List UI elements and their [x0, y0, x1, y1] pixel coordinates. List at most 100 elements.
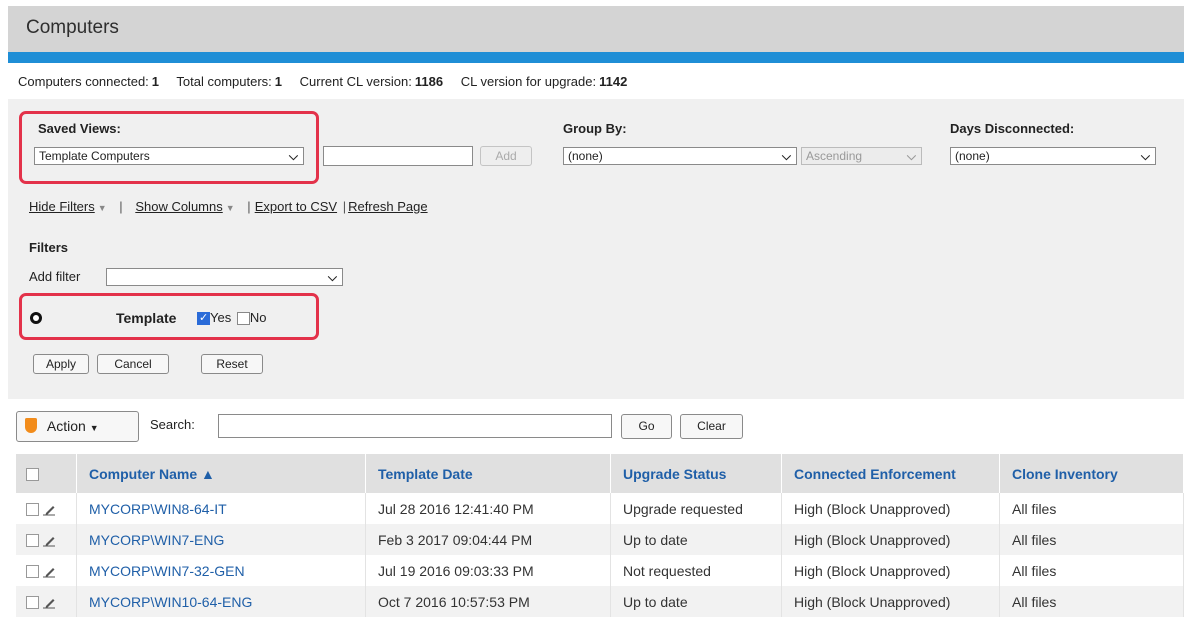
days-disconnected-select[interactable]: (none) ⌵: [950, 147, 1156, 165]
cancel-button[interactable]: Cancel: [97, 354, 169, 374]
row-controls: [16, 586, 77, 617]
stat-label-upgrade-cl: CL version for upgrade:: [460, 74, 597, 89]
computers-table: Computer Name ▲ Template Date Upgrade St…: [16, 454, 1184, 617]
template-date-cell: Jul 19 2016 09:03:33 PM: [365, 555, 611, 586]
template-filter-options: Yes No: [197, 310, 267, 326]
chevron-down-icon: ⌵: [288, 149, 298, 163]
enforcement-cell: High (Block Unapproved): [781, 586, 1000, 617]
table-row: MYCORP\WIN7-ENG Feb 3 2017 09:04:44 PM U…: [16, 524, 1184, 555]
template-no-checkbox[interactable]: [236, 312, 250, 326]
stat-label-current-cl: Current CL version:: [299, 74, 412, 89]
remove-filter-icon[interactable]: [30, 312, 42, 324]
row-controls: [16, 524, 77, 555]
refresh-page-link[interactable]: Refresh Page: [348, 199, 428, 214]
days-disconnected-label: Days Disconnected:: [950, 121, 1075, 136]
add-view-button[interactable]: Add: [480, 146, 532, 166]
enforcement-cell: High (Block Unapproved): [781, 555, 1000, 586]
reset-button[interactable]: Reset: [201, 354, 263, 374]
computer-name-link[interactable]: MYCORP\WIN10-64-ENG: [76, 586, 366, 617]
search-label: Search:: [150, 417, 195, 432]
computer-name-link[interactable]: MYCORP\WIN7-32-GEN: [76, 555, 366, 586]
link-separator: |: [342, 199, 347, 214]
apply-button[interactable]: Apply: [33, 354, 89, 374]
upgrade-status-cell: Upgrade requested: [610, 493, 782, 524]
clone-inventory-cell: All files: [999, 555, 1184, 586]
clone-inventory-cell: All files: [999, 524, 1184, 555]
search-input[interactable]: [218, 414, 612, 438]
select-all-header: [16, 454, 77, 493]
link-separator: |: [119, 199, 123, 214]
filters-title: Filters: [29, 240, 69, 255]
edit-icon[interactable]: [42, 535, 56, 547]
template-date-cell: Oct 7 2016 10:57:53 PM: [365, 586, 611, 617]
row-controls: [16, 493, 77, 524]
saved-views-selected: Template Computers: [39, 149, 150, 163]
col-connected-enforcement[interactable]: Connected Enforcement: [781, 454, 1000, 493]
upgrade-status-cell: Up to date: [610, 586, 782, 617]
table-header-row: Computer Name ▲ Template Date Upgrade St…: [16, 454, 1184, 493]
chevron-down-icon: ⌵: [327, 270, 337, 284]
add-filter-select[interactable]: ⌵: [106, 268, 343, 286]
action-label: Action: [46, 418, 86, 434]
template-filter-label: Template: [116, 310, 177, 326]
table-row: MYCORP\WIN10-64-ENG Oct 7 2016 10:57:53 …: [16, 586, 1184, 617]
group-by-label: Group By:: [563, 121, 627, 136]
add-filter-label: Add filter: [29, 269, 81, 284]
row-checkbox[interactable]: [26, 503, 39, 517]
sort-order-selected: Ascending: [806, 149, 863, 163]
upgrade-status-cell: Up to date: [610, 524, 782, 555]
group-by-select[interactable]: (none) ⌵: [563, 147, 797, 165]
show-columns-link[interactable]: Show Columns: [135, 199, 222, 214]
stat-label-total: Total computers:: [176, 74, 272, 89]
caret-down-icon: ▼: [89, 423, 99, 433]
go-button[interactable]: Go: [621, 414, 672, 439]
saved-views-label: Saved Views:: [38, 121, 121, 136]
chevron-down-icon: ⌵: [906, 149, 916, 163]
days-disconnected-selected: (none): [955, 149, 990, 163]
table-row: MYCORP\WIN7-32-GEN Jul 19 2016 09:03:33 …: [16, 555, 1184, 586]
action-button[interactable]: Action ▼: [16, 411, 139, 442]
stat-value-current-cl: 1186: [414, 74, 444, 89]
clone-inventory-cell: All files: [999, 586, 1184, 617]
header-accent-bar: [8, 52, 1184, 63]
template-no-label: No: [249, 310, 267, 325]
link-separator: |: [247, 199, 251, 214]
clear-button[interactable]: Clear: [680, 414, 743, 439]
table-row: MYCORP\WIN8-64-IT Jul 28 2016 12:41:40 P…: [16, 493, 1184, 524]
template-yes-checkbox[interactable]: [197, 311, 210, 326]
select-all-checkbox[interactable]: [26, 468, 39, 482]
template-date-cell: Feb 3 2017 09:04:44 PM: [365, 524, 611, 555]
col-clone-inventory[interactable]: Clone Inventory: [999, 454, 1184, 493]
new-view-name-input[interactable]: [323, 146, 473, 166]
row-checkbox[interactable]: [26, 596, 39, 610]
shield-icon: [25, 417, 37, 433]
sort-order-select[interactable]: Ascending ⌵: [801, 147, 922, 165]
col-computer-name[interactable]: Computer Name ▲: [76, 454, 366, 493]
edit-icon[interactable]: [42, 597, 56, 609]
computer-name-link[interactable]: MYCORP\WIN7-ENG: [76, 524, 366, 555]
stat-label-connected: Computers connected:: [18, 74, 149, 89]
row-checkbox[interactable]: [26, 534, 39, 548]
edit-icon[interactable]: [42, 504, 56, 516]
stat-value-upgrade-cl: 1142: [599, 74, 628, 89]
stat-value-connected: 1: [151, 74, 160, 89]
export-csv-link[interactable]: Export to CSV: [255, 199, 337, 214]
enforcement-cell: High (Block Unapproved): [781, 524, 1000, 555]
col-upgrade-status[interactable]: Upgrade Status: [610, 454, 782, 493]
page-header: [8, 6, 1184, 52]
template-date-cell: Jul 28 2016 12:41:40 PM: [365, 493, 611, 524]
hide-filters-link[interactable]: Hide Filters: [29, 199, 95, 214]
stat-value-total: 1: [274, 74, 283, 89]
row-checkbox[interactable]: [26, 565, 39, 579]
edit-icon[interactable]: [42, 566, 56, 578]
chevron-down-icon: ⌵: [781, 149, 791, 163]
computer-name-link[interactable]: MYCORP\WIN8-64-IT: [76, 493, 366, 524]
saved-views-select[interactable]: Template Computers ⌵: [34, 147, 304, 165]
col-template-date[interactable]: Template Date: [365, 454, 611, 493]
page-title: Computers: [26, 17, 119, 38]
stats-bar: Computers connected: 1 Total computers: 1 …: [18, 74, 641, 89]
group-by-selected: (none): [568, 149, 603, 163]
upgrade-status-cell: Not requested: [610, 555, 782, 586]
view-links-bar: Hide Filters ▼ | Show Columns ▼ | Export to…: [29, 199, 428, 214]
clone-inventory-cell: All files: [999, 493, 1184, 524]
